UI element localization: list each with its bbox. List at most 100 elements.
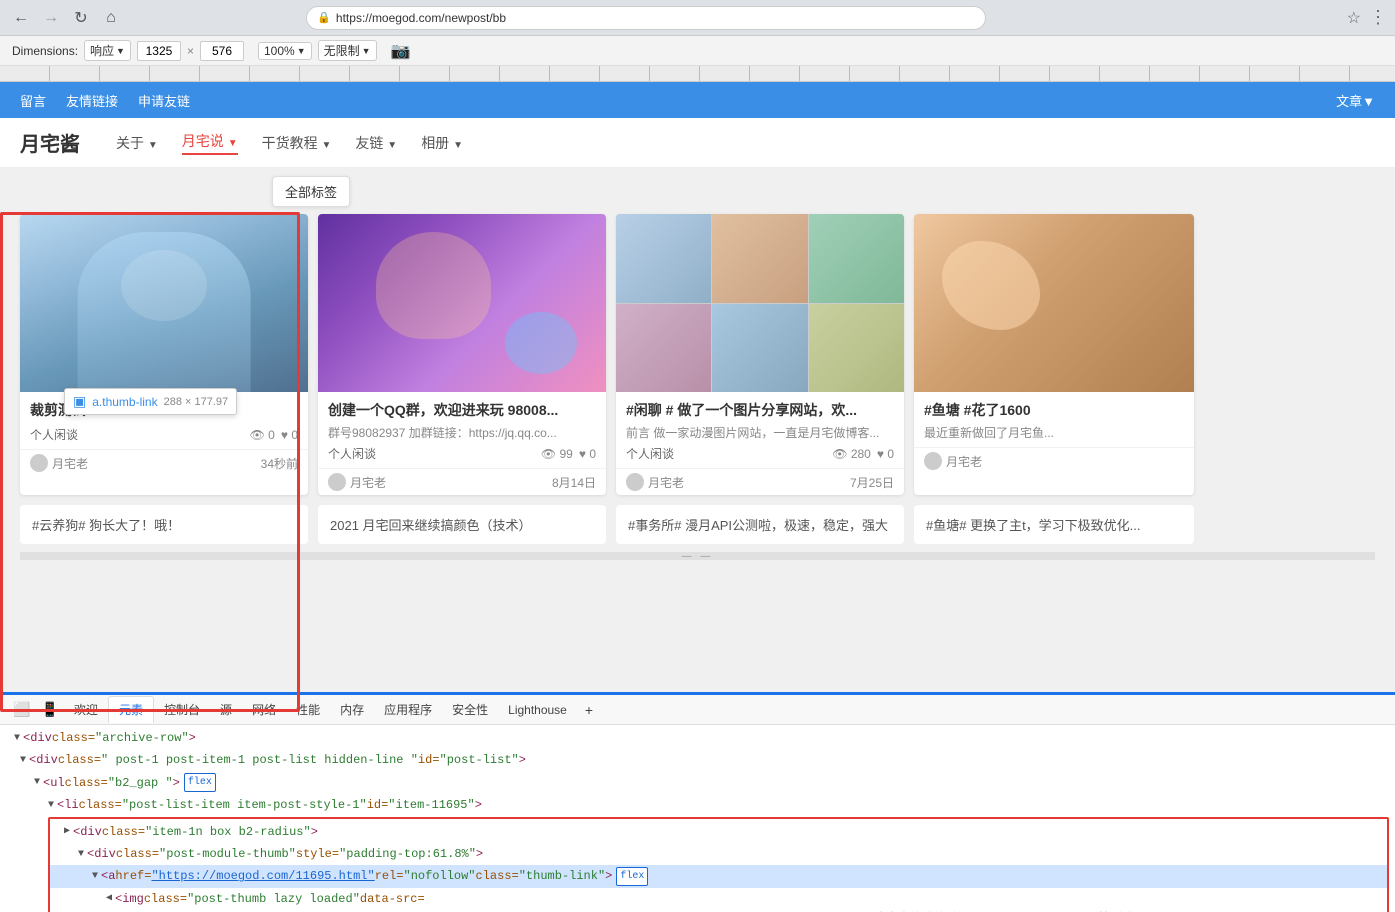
settings-icon[interactable]: ⋮ bbox=[1369, 7, 1387, 28]
posts-row-2: #云养狗# 狗长大了！哦！ 2021 月宅回来继续搞颜色（技术） #事务所# 漫… bbox=[20, 505, 1375, 544]
capture-icon[interactable]: 📷 bbox=[391, 41, 411, 61]
nav-tutorials[interactable]: 干货教程 ▼ bbox=[262, 133, 332, 153]
dom-line-1[interactable]: ▼ <div class= "archive-row" > bbox=[6, 727, 1389, 749]
card-1-time: 34秒前 bbox=[261, 455, 298, 472]
dom-line-7-highlighted[interactable]: ▼ <a href= "https://moegod.com/11695.htm… bbox=[50, 865, 1387, 887]
dom-selected-section: ▶ <div class= "item-1n box b2-radius" > … bbox=[48, 817, 1389, 912]
tag-bar-label: 全部标签 bbox=[285, 185, 337, 200]
topbar-liuyan[interactable]: 留言 bbox=[20, 91, 46, 110]
tab-add[interactable]: + bbox=[577, 698, 601, 722]
topbar-shenqing[interactable]: 申请友链 bbox=[138, 91, 190, 110]
tab-performance[interactable]: 性能 bbox=[286, 697, 330, 722]
bottom-card-3-title: #事务所# 漫月API公测啦，极速，稳定，强大 bbox=[628, 518, 888, 533]
bottom-card-4-title: #鱼塘# 更换了主t，学习下极致优化... bbox=[926, 518, 1141, 533]
tab-elements[interactable]: 元素 bbox=[108, 696, 154, 723]
bottom-card-3[interactable]: #事务所# 漫月API公测啦，极速，稳定，强大 bbox=[616, 505, 904, 544]
post-card-1[interactable]: 裁剪测试 个人闲谈 👁 0 ♥ 0 月宅老 34秒前 bbox=[20, 214, 308, 495]
card-1-thumb bbox=[20, 214, 308, 392]
card-2-thumb bbox=[318, 214, 606, 392]
post-card-2[interactable]: 创建一个QQ群，欢迎进来玩 98008... 群号98082937 加群链接：h… bbox=[318, 214, 606, 495]
devtools-panel: ⬜ 📱 欢迎 元素 控制台 源 网络 性能 内存 应用程序 安全性 Lighth… bbox=[0, 692, 1395, 912]
responsive-arrow: ▼ bbox=[116, 46, 125, 56]
dom-line-3[interactable]: ▼ <ul class= "b2_gap " > flex bbox=[6, 772, 1389, 794]
card-4-footer: 月宅老 bbox=[914, 447, 1194, 474]
address-bar[interactable]: 🔒 https://moegod.com/newpost/bb bbox=[306, 6, 986, 30]
bottom-card-2[interactable]: 2021 月宅回来继续搞颜色（技术） bbox=[318, 505, 606, 544]
devtools-dimensions-bar: Dimensions: 响应 ▼ × 100% ▼ 无限制 ▼ 📷 bbox=[0, 36, 1395, 66]
dom-line-6[interactable]: ▼ <div class= "post-module-thumb" style=… bbox=[50, 843, 1387, 865]
dim-label: Dimensions: bbox=[12, 44, 78, 58]
nav-album[interactable]: 相册 ▼ bbox=[421, 133, 463, 153]
url-text: https://moegod.com/newpost/bb bbox=[336, 11, 506, 25]
card-2-excerpt: 群号98082937 加群链接：https://jq.qq.co... bbox=[328, 424, 596, 441]
tab-application[interactable]: 应用程序 bbox=[374, 697, 442, 722]
card-3-footer: 月宅老 7月25日 bbox=[616, 468, 904, 495]
card-1-stats: 👁 0 ♥ 0 bbox=[250, 428, 298, 442]
card-1-category: 个人闲谈 bbox=[30, 426, 78, 443]
tab-sources[interactable]: 源 bbox=[210, 697, 242, 722]
refresh-button[interactable]: ↻ bbox=[68, 5, 94, 31]
dim-separator: × bbox=[187, 44, 194, 58]
website-container: 留言 友情链接 申请友链 文章▼ 月宅酱 关于 ▼ 月宅说 ▼ 干货教程 ▼ 友… bbox=[0, 82, 1395, 648]
zoom-dropdown[interactable]: 100% ▼ bbox=[258, 42, 312, 60]
card-3-excerpt: 前言 做一家动漫图片网站，一直是月宅做博客... bbox=[626, 424, 894, 441]
dom-line-5[interactable]: ▶ <div class= "item-1n box b2-radius" > bbox=[50, 821, 1387, 843]
nav-friends[interactable]: 友链 ▼ bbox=[355, 133, 397, 153]
dom-line-4[interactable]: ▼ <li class= "post-list-item item-post-s… bbox=[6, 794, 1389, 816]
card-3-category: 个人闲谈 bbox=[626, 445, 674, 462]
card-4-excerpt: 最近重新做回了月宅鱼... bbox=[924, 424, 1184, 441]
bookmark-icon[interactable]: ☆ bbox=[1347, 8, 1361, 28]
devtools-dom-tree: ▼ <div class= "archive-row" > ▼ <div cla… bbox=[0, 725, 1395, 912]
posts-row-1: 裁剪测试 个人闲谈 👁 0 ♥ 0 月宅老 34秒前 bbox=[20, 214, 1375, 495]
height-input[interactable] bbox=[200, 41, 244, 61]
nav-yuezhai[interactable]: 月宅说 ▼ bbox=[182, 131, 238, 155]
tooltip-selector: a.thumb-link bbox=[92, 395, 157, 409]
card-4-thumb bbox=[914, 214, 1194, 392]
ruler bbox=[0, 66, 1395, 82]
tooltip-icon: ▣ bbox=[73, 393, 86, 410]
tab-memory[interactable]: 内存 bbox=[330, 697, 374, 722]
card-2-category: 个人闲谈 bbox=[328, 445, 376, 462]
width-input[interactable] bbox=[137, 41, 181, 61]
inspect-tooltip: ▣ a.thumb-link 288 × 177.97 bbox=[64, 388, 237, 415]
tab-console[interactable]: 控制台 bbox=[154, 697, 210, 722]
responsive-dropdown[interactable]: 响应 ▼ bbox=[84, 40, 131, 61]
card-2-footer: 月宅老 8月14日 bbox=[318, 468, 606, 495]
home-button[interactable]: ⌂ bbox=[98, 5, 124, 31]
dom-line-8[interactable]: ◀ <img class= "post-thumb lazy loaded" d… bbox=[50, 888, 1387, 912]
topbar-youqing[interactable]: 友情链接 bbox=[66, 91, 118, 110]
site-main-content: 全部标签 裁剪测试 个人闲谈 👁 0 ♥ 0 bbox=[0, 168, 1395, 648]
site-logo[interactable]: 月宅酱 bbox=[20, 128, 80, 157]
site-navbar: 月宅酱 关于 ▼ 月宅说 ▼ 干货教程 ▼ 友链 ▼ 相册 ▼ bbox=[0, 118, 1395, 168]
back-button[interactable]: ← bbox=[8, 5, 34, 31]
bottom-card-4[interactable]: #鱼塘# 更换了主t，学习下极致优化... bbox=[914, 505, 1194, 544]
nav-about[interactable]: 关于 ▼ bbox=[116, 133, 158, 153]
topbar-articles[interactable]: 文章▼ bbox=[1336, 94, 1375, 109]
bottom-card-2-title: 2021 月宅回来继续搞颜色（技术） bbox=[330, 518, 532, 533]
tab-welcome[interactable]: 欢迎 bbox=[64, 697, 108, 722]
site-topbar: 留言 友情链接 申请友链 文章▼ bbox=[0, 82, 1395, 118]
tag-bar[interactable]: 全部标签 bbox=[272, 176, 350, 207]
tab-network[interactable]: 网络 bbox=[242, 697, 286, 722]
post-card-3[interactable]: #闲聊 # 做了一个图片分享网站，欢... 前言 做一家动漫图片网站，一直是月宅… bbox=[616, 214, 904, 495]
flex-badge-a: flex bbox=[616, 867, 648, 886]
card-4-title: #鱼塘 #花了1600 bbox=[924, 400, 1184, 420]
devtools-tabs-bar: ⬜ 📱 欢迎 元素 控制台 源 网络 性能 内存 应用程序 安全性 Lighth… bbox=[0, 695, 1395, 725]
tab-lighthouse[interactable]: Lighthouse bbox=[498, 699, 577, 721]
card-2-body: 创建一个QQ群，欢迎进来玩 98008... 群号98082937 加群链接：h… bbox=[318, 392, 606, 468]
browser-top-bar: ← → ↻ ⌂ 🔒 https://moegod.com/newpost/bb … bbox=[0, 0, 1395, 36]
forward-button[interactable]: → bbox=[38, 5, 64, 31]
devtools-inspect-icon[interactable]: ⬜ bbox=[8, 696, 36, 724]
card-2-title: 创建一个QQ群，欢迎进来玩 98008... bbox=[328, 400, 596, 420]
post-card-4[interactable]: #鱼塘 #花了1600 最近重新做回了月宅鱼... 月宅老 bbox=[914, 214, 1194, 495]
devtools-device-icon[interactable]: 📱 bbox=[36, 696, 64, 724]
bottom-card-1[interactable]: #云养狗# 狗长大了！哦！ bbox=[20, 505, 308, 544]
tab-security[interactable]: 安全性 bbox=[442, 697, 498, 722]
card-3-body: #闲聊 # 做了一个图片分享网站，欢... 前言 做一家动漫图片网站，一直是月宅… bbox=[616, 392, 904, 468]
collapse-handle[interactable]: — — bbox=[20, 552, 1375, 560]
dom-line-2[interactable]: ▼ <div class= " post-1 post-item-1 post-… bbox=[6, 749, 1389, 771]
card-3-title: #闲聊 # 做了一个图片分享网站，欢... bbox=[626, 400, 894, 420]
tooltip-dimensions: 288 × 177.97 bbox=[164, 396, 229, 408]
card-1-author: 月宅老 bbox=[30, 454, 88, 472]
limit-dropdown[interactable]: 无限制 ▼ bbox=[318, 40, 377, 61]
